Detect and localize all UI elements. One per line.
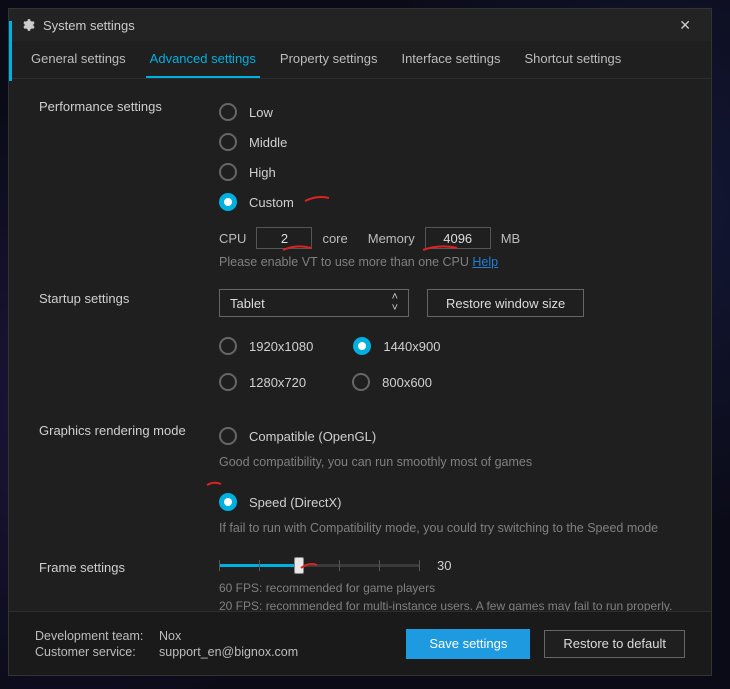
perf-label-middle: Middle bbox=[249, 135, 287, 150]
cs-label: Customer service: bbox=[35, 645, 153, 659]
tabs: General settings Advanced settings Prope… bbox=[9, 41, 711, 79]
chevron-updown-icon: ˄˅ bbox=[392, 292, 398, 314]
dev-team-value: Nox bbox=[159, 629, 181, 643]
tab-interface[interactable]: Interface settings bbox=[389, 41, 512, 78]
cpu-label: CPU bbox=[219, 231, 246, 246]
accent-bar bbox=[9, 21, 12, 81]
graphics-radio-speed[interactable] bbox=[219, 493, 237, 511]
graphics-heading: Graphics rendering mode bbox=[39, 421, 219, 438]
restore-default-button[interactable]: Restore to default bbox=[544, 630, 685, 658]
res-radio-1280x720[interactable] bbox=[219, 373, 237, 391]
perf-radio-low[interactable] bbox=[219, 103, 237, 121]
res-label-1: 1920x1080 bbox=[249, 339, 313, 354]
frame-heading: Frame settings bbox=[39, 558, 219, 575]
memory-input[interactable] bbox=[425, 227, 491, 249]
perf-label-low: Low bbox=[249, 105, 273, 120]
fps-hint-60: 60 FPS: recommended for game players bbox=[219, 579, 681, 597]
graphics-speed-hint: If fail to run with Compatibility mode, … bbox=[219, 519, 681, 538]
res-radio-1920x1080[interactable] bbox=[219, 337, 237, 355]
dev-team-label: Development team: bbox=[35, 629, 153, 643]
tab-property[interactable]: Property settings bbox=[268, 41, 390, 78]
res-label-2: 1440x900 bbox=[383, 339, 440, 354]
close-icon[interactable]: ✕ bbox=[671, 13, 699, 38]
settings-window: System settings ✕ General settings Advan… bbox=[8, 8, 712, 676]
startup-select-value: Tablet bbox=[230, 296, 265, 311]
tab-shortcut[interactable]: Shortcut settings bbox=[512, 41, 633, 78]
perf-radio-middle[interactable] bbox=[219, 133, 237, 151]
fps-slider-thumb[interactable] bbox=[294, 557, 304, 574]
perf-label-high: High bbox=[249, 165, 276, 180]
performance-heading: Performance settings bbox=[39, 97, 219, 114]
fps-value: 30 bbox=[437, 558, 451, 573]
restore-window-size-button[interactable]: Restore window size bbox=[427, 289, 584, 317]
tab-general[interactable]: General settings bbox=[19, 41, 138, 78]
help-link[interactable]: Help bbox=[472, 255, 498, 269]
res-radio-800x600[interactable] bbox=[352, 373, 370, 391]
footer: Development team: Nox Customer service: su… bbox=[9, 611, 711, 675]
cpu-input[interactable] bbox=[256, 227, 312, 249]
perf-radio-high[interactable] bbox=[219, 163, 237, 181]
cs-value: support_en@bignox.com bbox=[159, 645, 298, 659]
perf-radio-custom[interactable] bbox=[219, 193, 237, 211]
startup-mode-select[interactable]: Tablet ˄˅ bbox=[219, 289, 409, 317]
fps-slider[interactable] bbox=[219, 564, 419, 567]
res-label-3: 1280x720 bbox=[249, 375, 306, 390]
perf-label-custom: Custom bbox=[249, 195, 294, 210]
save-settings-button[interactable]: Save settings bbox=[406, 629, 530, 659]
res-label-4: 800x600 bbox=[382, 375, 432, 390]
graphics-label-speed: Speed (DirectX) bbox=[249, 495, 341, 510]
graphics-radio-compat[interactable] bbox=[219, 427, 237, 445]
graphics-label-compat: Compatible (OpenGL) bbox=[249, 429, 376, 444]
vt-hint: Please enable VT to use more than one CP… bbox=[219, 255, 469, 269]
graphics-compat-hint: Good compatibility, you can run smoothly… bbox=[219, 455, 681, 469]
window-title: System settings bbox=[43, 18, 135, 33]
res-radio-1440x900[interactable] bbox=[353, 337, 371, 355]
memory-label: Memory bbox=[368, 231, 415, 246]
gear-icon bbox=[21, 18, 35, 32]
startup-heading: Startup settings bbox=[39, 289, 219, 306]
mb-label: MB bbox=[501, 231, 521, 246]
title-bar: System settings ✕ bbox=[9, 9, 711, 41]
tab-advanced[interactable]: Advanced settings bbox=[138, 41, 268, 78]
core-label: core bbox=[322, 231, 347, 246]
